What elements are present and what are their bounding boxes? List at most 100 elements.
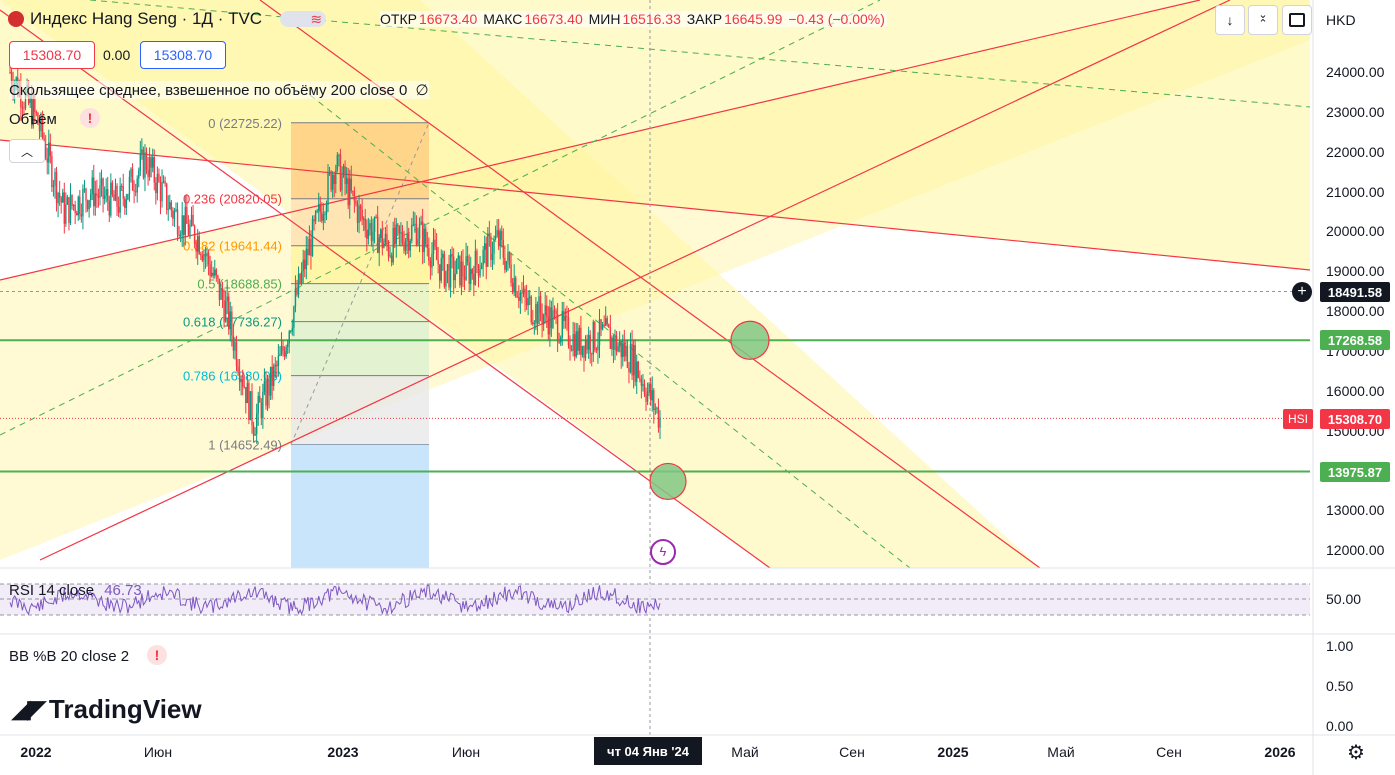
candle-body (542, 314, 545, 325)
symbol-legend[interactable]: Индекс Hang Seng · 1Д · TVC ≋ (8, 9, 327, 29)
candle-body (72, 204, 75, 206)
candle-body (304, 259, 306, 270)
currency-selector[interactable]: HKD (1326, 12, 1356, 28)
candle-body (403, 242, 405, 251)
collapse-legend-button[interactable]: ︿ (9, 139, 45, 163)
flash-event-icon[interactable]: ϟ (650, 539, 676, 565)
candle-body (96, 193, 98, 196)
candle-body (398, 226, 401, 234)
candle-body (643, 384, 646, 395)
candle-body (99, 185, 101, 198)
current-price-tag: 15308.70 (1320, 409, 1390, 429)
candle-body (390, 255, 393, 263)
candle-body (561, 311, 563, 338)
candle-body (193, 226, 196, 244)
candle-body (82, 189, 84, 217)
candle-body (583, 345, 585, 359)
candle-body (170, 202, 173, 211)
candle-body (412, 224, 415, 226)
fib-label-0: 0 (22725.22) (208, 116, 282, 131)
candle-body (333, 174, 335, 184)
candle-body (528, 296, 531, 299)
candle-body (384, 233, 387, 243)
candle-body (192, 214, 194, 227)
candle-body (636, 361, 638, 382)
candle-body (336, 155, 339, 171)
add-alert-icon[interactable]: + (1292, 282, 1312, 302)
candle-body (290, 330, 292, 332)
candle-body (414, 223, 416, 225)
candle-body (418, 224, 421, 239)
candle-body (282, 346, 284, 352)
bb-warning-icon[interactable]: ! (147, 645, 167, 665)
fib-extension-zone (291, 444, 429, 568)
candle-body (252, 425, 255, 436)
candle-body (325, 204, 328, 215)
candle-body (409, 240, 411, 251)
candle-body (172, 210, 174, 219)
candle-body (577, 331, 579, 351)
candle-body (519, 292, 522, 301)
sell-price-button[interactable]: 15308.70 (9, 41, 95, 69)
candle-body (139, 154, 142, 171)
candle-body (321, 212, 323, 221)
candle-body (620, 341, 622, 358)
rsi-indicator-label[interactable]: RSI 14 close 46.73 (9, 582, 142, 599)
candle-body (642, 384, 644, 386)
chart-canvas[interactable]: 0 (22725.22)0.236 (20820.05)0.382 (19641… (0, 0, 1395, 775)
volume-indicator-label[interactable]: Объём (9, 111, 57, 128)
candle-body (187, 223, 190, 235)
candle-body (175, 209, 177, 211)
tradingview-logo[interactable]: ◢◤ TradingView (12, 694, 202, 725)
candle-body (651, 390, 653, 401)
candle-body (198, 236, 200, 254)
buy-price-button[interactable]: 15308.70 (140, 41, 226, 69)
candle-body (499, 231, 501, 247)
candle-body (218, 278, 221, 300)
candle-body (584, 340, 587, 359)
time-tick-label: 2025 (937, 744, 969, 760)
vwma-indicator-label[interactable]: Скользящее среднее, взвешенное по объёму… (9, 81, 429, 99)
candle-body (77, 196, 79, 216)
candle-body (497, 230, 500, 247)
candle-body (97, 195, 100, 198)
candle-body (362, 218, 365, 220)
candle-body (60, 197, 62, 203)
candle-body (144, 152, 146, 178)
candle-body (502, 239, 505, 258)
candle-body (274, 364, 276, 367)
candle-body (452, 256, 455, 281)
candle-body (215, 269, 218, 276)
collapse-panes-button[interactable]: ⌄ ⌃ (1248, 5, 1278, 35)
candle-body (504, 257, 506, 270)
candle-body (507, 252, 509, 262)
candle-body (65, 204, 67, 224)
settings-gear-icon[interactable]: ⚙ (1347, 740, 1365, 765)
candle-body (235, 341, 238, 367)
wave-icon[interactable]: ≋ (280, 11, 327, 27)
candle-body (257, 396, 259, 414)
candle-body (653, 390, 655, 410)
price-tick-label: 13000.00 (1326, 502, 1385, 519)
candle-body (128, 176, 131, 195)
candle-body (595, 349, 598, 351)
candle-body (167, 208, 169, 210)
candle-body (308, 239, 311, 256)
candle-body (580, 327, 582, 355)
candle-body (404, 240, 407, 251)
candle-body (271, 366, 273, 386)
level-lower-price-tag: 13975.87 (1320, 462, 1390, 482)
arrow-down-button[interactable]: ↓ (1215, 5, 1245, 35)
candle-body (74, 204, 76, 214)
time-tick-label: Июн (143, 744, 173, 760)
candle-body (80, 213, 83, 217)
volume-warning-icon[interactable]: ! (80, 108, 100, 128)
fib-label-1: 1 (14652.49) (208, 437, 282, 452)
candle-body (437, 260, 439, 265)
maximize-pane-button[interactable] (1282, 5, 1312, 35)
candle-body (300, 271, 303, 284)
bb-indicator-label[interactable]: BB %B 20 close 2 (9, 648, 129, 665)
candle-body (249, 391, 252, 420)
crosshair-price-tag: 18491.58 (1320, 282, 1390, 302)
candle-body (470, 269, 472, 284)
